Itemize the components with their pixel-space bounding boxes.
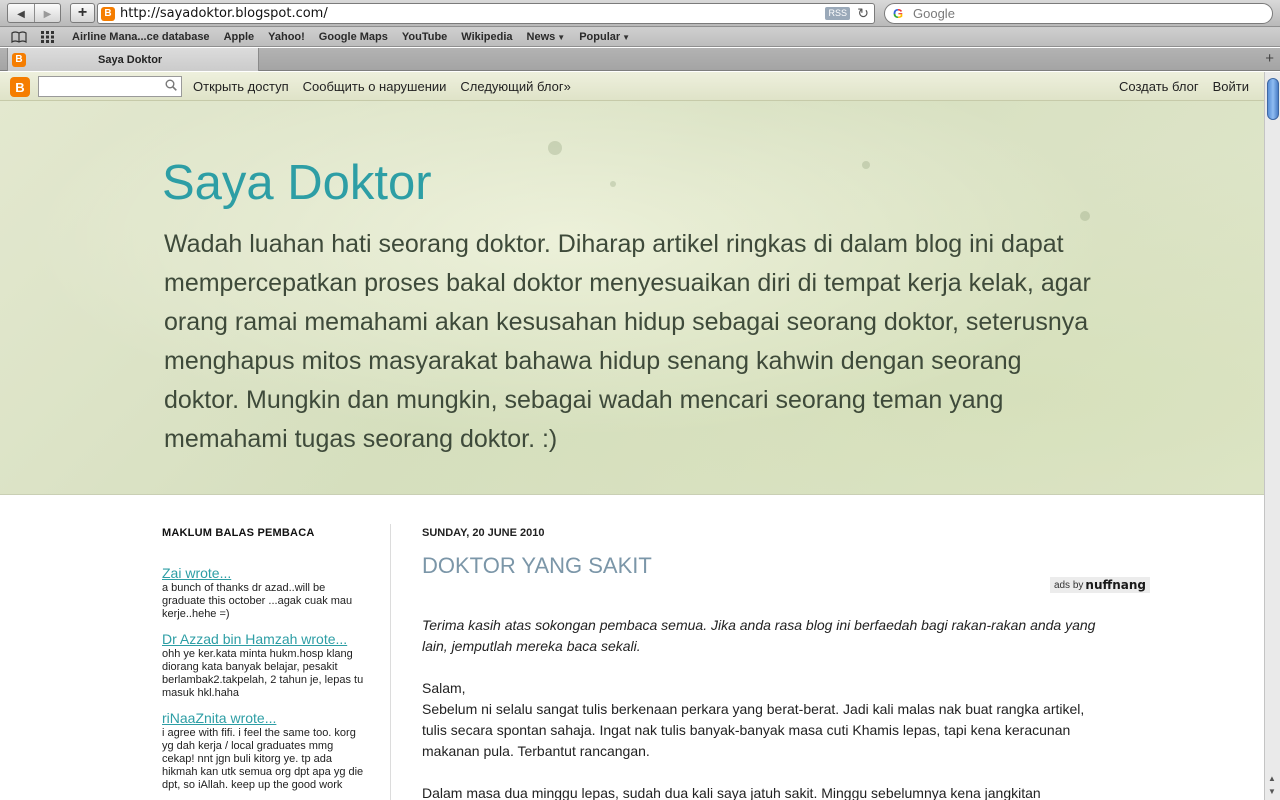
tab-title: Saya Doktor: [98, 53, 163, 66]
bookmark-wikipedia[interactable]: Wikipedia: [461, 31, 512, 43]
navbar-links: Открыть доступ Сообщить о нарушении След…: [193, 79, 585, 94]
tab-saya-doktor[interactable]: B Saya Doktor: [7, 48, 259, 71]
bookmark-yahoo[interactable]: Yahoo!: [268, 31, 305, 43]
search-field[interactable]: G Google: [884, 3, 1273, 24]
comment-item: Dr Azzad bin Hamzah wrote... ohh ye ker.…: [162, 631, 367, 700]
sign-in-link[interactable]: Войти: [1213, 79, 1249, 94]
blog-description: Wadah luahan hati seorang doktor. Dihara…: [164, 230, 1091, 453]
report-abuse-link[interactable]: Сообщить о нарушении: [303, 79, 447, 94]
bookmark-news-menu[interactable]: News ▼: [527, 31, 566, 43]
next-blog-link[interactable]: Следующий блог»: [460, 79, 570, 94]
caret-down-icon: ▼: [557, 32, 566, 42]
texture-speck: [862, 161, 870, 169]
post-paragraph: Dalam masa dua minggu lepas, sudah dua k…: [422, 785, 1041, 800]
bookmark-youtube[interactable]: YouTube: [402, 31, 447, 43]
navbar-account-links: Создать блог Войти: [1105, 79, 1249, 94]
blog-post: SUNDAY, 20 JUNE 2010 DOKTOR YANG SAKIT a…: [422, 527, 1152, 800]
bookmark-news-label: News: [526, 30, 556, 43]
caret-down-icon: ▼: [622, 32, 631, 42]
plus-icon: +: [77, 4, 88, 21]
post-date: SUNDAY, 20 JUNE 2010: [422, 527, 545, 539]
comment-item: riNaaZnita wrote... i agree with fifi. i…: [162, 710, 367, 792]
reading-list-book-icon[interactable]: [9, 27, 29, 47]
sidebar: MAKLUM BALAS PEMBACA Zai wrote... a bunc…: [162, 527, 367, 800]
nuffnang-logo: nuffnang: [1085, 578, 1146, 592]
comment-body: ohh ye ker.kata minta hukm.hosp klang di…: [162, 648, 364, 699]
comment-body: i agree with fifi. i feel the same too. …: [162, 727, 364, 791]
new-tab-plus-icon[interactable]: +: [1265, 50, 1274, 67]
browser-toolbar: ◀ ▶ + B http://sayadoktor.blogspot.com/ …: [0, 0, 1280, 27]
reload-icon[interactable]: ↻: [857, 5, 869, 22]
address-bar[interactable]: B http://sayadoktor.blogspot.com/ RSS ↻: [97, 3, 875, 24]
back-button[interactable]: ◀: [8, 4, 34, 22]
tab-bar: B Saya Doktor +: [0, 48, 1280, 71]
post-title[interactable]: DOKTOR YANG SAKIT: [422, 553, 1152, 579]
texture-speck: [1080, 211, 1090, 221]
texture-speck: [548, 141, 562, 155]
ads-by-label: ads by: [1053, 579, 1084, 591]
sidebar-heading: MAKLUM BALAS PEMBACA: [162, 527, 315, 539]
page-scrollbar[interactable]: ▲ ▼: [1264, 72, 1280, 800]
texture-speck: [610, 181, 616, 187]
blog-title[interactable]: Saya Doktor: [162, 155, 432, 211]
top-sites-grid-icon[interactable]: [38, 27, 58, 47]
google-icon: G: [889, 6, 907, 22]
column-divider: [390, 524, 391, 800]
search-icon[interactable]: [165, 79, 177, 94]
comment-author-link[interactable]: riNaaZnita wrote...: [162, 710, 367, 726]
bookmark-airline[interactable]: Airline Mana...ce database: [72, 31, 210, 43]
blogger-favicon-icon: B: [12, 52, 26, 67]
nuffnang-ad-badge[interactable]: ads by nuffnang: [1049, 577, 1150, 593]
post-paragraph: Salam, Sebelum ni selalu sangat tulis be…: [422, 680, 1085, 759]
blogger-logo-icon[interactable]: B: [10, 77, 30, 97]
bookmarks-bar: Airline Mana...ce database Apple Yahoo! …: [0, 27, 1280, 47]
rss-button[interactable]: RSS: [825, 7, 850, 20]
scroll-up-arrow-icon[interactable]: ▲: [1268, 774, 1276, 783]
blogger-navbar: B Открыть доступ Сообщить о нарушении Сл…: [0, 72, 1264, 101]
search-placeholder: Google: [913, 6, 955, 21]
blog-header: Saya Doktor Wadah luahan hati seorang do…: [0, 101, 1264, 495]
post-body: Salam, Sebelum ni selalu sangat tulis be…: [422, 678, 1102, 800]
create-blog-link[interactable]: Создать блог: [1119, 79, 1199, 94]
post-intro: Terima kasih atas sokongan pembaca semua…: [422, 617, 1096, 654]
comment-author-link[interactable]: Zai wrote...: [162, 565, 367, 581]
bookmark-apple[interactable]: Apple: [224, 31, 255, 43]
history-buttons: ◀ ▶: [7, 3, 61, 23]
bookmark-popular-label: Popular: [579, 30, 621, 43]
url-text[interactable]: http://sayadoktor.blogspot.com/: [120, 6, 328, 21]
web-page: B Открыть доступ Сообщить о нарушении Сл…: [0, 72, 1264, 800]
scrollbar-thumb[interactable]: [1267, 78, 1279, 120]
recent-comments: Zai wrote... a bunch of thanks dr azad..…: [162, 565, 367, 792]
share-link[interactable]: Открыть доступ: [193, 79, 289, 94]
forward-arrow-icon: ▶: [43, 8, 52, 20]
scroll-down-arrow-icon[interactable]: ▼: [1268, 787, 1276, 796]
blog-search-input[interactable]: [38, 76, 182, 97]
comment-body: a bunch of thanks dr azad..will be gradu…: [162, 582, 353, 620]
comment-author-link[interactable]: Dr Azzad bin Hamzah wrote...: [162, 631, 367, 647]
blogger-favicon-icon: B: [101, 6, 115, 21]
add-bookmark-button[interactable]: +: [70, 3, 95, 23]
comment-item: Zai wrote... a bunch of thanks dr azad..…: [162, 565, 367, 621]
back-arrow-icon: ◀: [17, 8, 25, 20]
bookmark-google-maps[interactable]: Google Maps: [319, 31, 388, 43]
bookmark-popular-menu[interactable]: Popular ▼: [579, 31, 630, 43]
forward-button[interactable]: ▶: [33, 4, 60, 22]
